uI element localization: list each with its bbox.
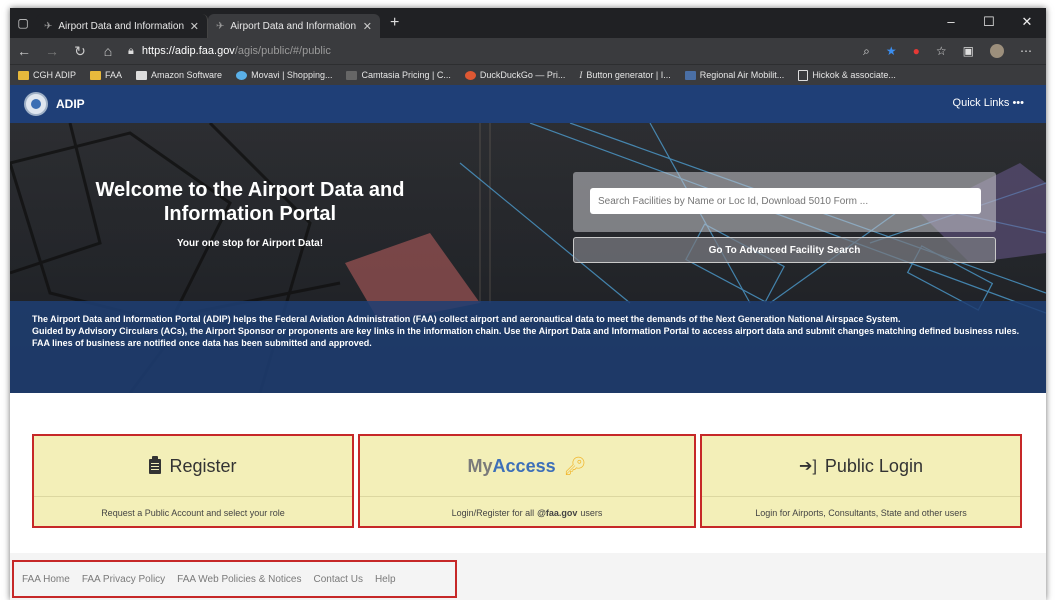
info-band: The Airport Data and Information Portal … xyxy=(10,301,1046,393)
bookmark-faa[interactable]: FAA xyxy=(90,70,122,80)
myaccess-card[interactable]: MyAccess 🔑︎ Login/Register for all @faa.… xyxy=(358,434,696,528)
lock-icon: 🔒︎ xyxy=(128,44,134,57)
bookmark-hickok[interactable]: Hickok & associate... xyxy=(798,69,896,81)
hero-subtitle: Your one stop for Airport Data! xyxy=(176,238,324,249)
folder-icon xyxy=(18,70,29,80)
duckduckgo-icon xyxy=(464,70,476,80)
close-window-icon[interactable]: ✕ xyxy=(1008,8,1046,38)
myaccess-title: MyAccess xyxy=(467,455,556,476)
bookmark-movavi[interactable]: Movavi | Shopping... xyxy=(236,70,332,80)
hero-section: Welcome to the Airport Data and Informat… xyxy=(10,123,1046,393)
italic-icon: I xyxy=(579,70,583,80)
url-domain: https://adip.faa.gov xyxy=(141,45,235,57)
profile-avatar[interactable] xyxy=(990,43,1004,58)
collections-icon[interactable]: ▣ xyxy=(963,44,974,59)
zoom-icon[interactable]: ⌕ xyxy=(863,44,870,59)
url-field[interactable]: 🔒︎ https://adip.faa.gov/agis/public/#/pu… xyxy=(122,40,863,62)
register-card-desc: Request a Public Account and select your… xyxy=(101,508,285,518)
faa-favicon-icon: ✈ xyxy=(216,20,225,32)
hero-title: Welcome to the Airport Data and Informat… xyxy=(95,179,405,225)
myaccess-card-header[interactable]: MyAccess 🔑︎ xyxy=(360,436,694,497)
movavi-icon xyxy=(236,70,248,80)
url-path: /agis/public/#/public xyxy=(234,45,331,57)
quick-links-menu[interactable]: Quick Links ••• xyxy=(953,97,1024,109)
window-controls: – ☐ ✕ xyxy=(932,8,1046,38)
footer-link-contact-us[interactable]: Contact Us xyxy=(313,574,362,585)
bookmark-cgh-adip[interactable]: CGH ADIP xyxy=(18,70,76,80)
forward-icon[interactable]: → xyxy=(38,43,66,59)
favorites-list-icon[interactable]: ☆ xyxy=(936,44,947,59)
faa-logo-icon[interactable] xyxy=(24,92,48,116)
advanced-facility-search-button[interactable]: Go To Advanced Facility Search xyxy=(573,237,996,263)
public-login-card-header[interactable]: ➔] Public Login xyxy=(702,436,1020,497)
folder-icon xyxy=(90,70,102,80)
myaccess-card-desc: Login/Register for all @faa.gov users xyxy=(451,508,603,518)
more-menu-icon[interactable]: ⋯ xyxy=(1020,44,1032,59)
register-card[interactable]: Register Request a Public Account and se… xyxy=(32,434,354,528)
public-login-title: Public Login xyxy=(824,455,923,476)
minimize-icon[interactable]: – xyxy=(932,8,970,38)
tab-1-title: Airport Data and Information Po xyxy=(58,20,184,32)
maximize-icon[interactable]: ☐ xyxy=(970,8,1008,38)
toolbar-icons: ⌕ ★ ● ☆ ▣ ⋯ xyxy=(863,43,1046,59)
key-icon: 🔑︎ xyxy=(563,455,587,476)
bookmark-regional-air-mobility[interactable]: Regional Air Mobilit... xyxy=(684,70,784,80)
info-paragraph-1: The Airport Data and Information Portal … xyxy=(32,314,901,324)
extension-icon[interactable]: ● xyxy=(913,44,920,59)
public-login-card-desc: Login for Airports, Consultants, State a… xyxy=(755,508,967,518)
register-title: Register xyxy=(169,455,237,476)
tab-actions-icon[interactable]: ▢ xyxy=(10,16,36,30)
bookmark-duckduckgo[interactable]: DuckDuckGo — Pri... xyxy=(464,70,565,80)
register-card-header[interactable]: Register xyxy=(34,436,352,497)
close-tab-icon[interactable]: ✕ xyxy=(363,20,372,33)
footer-area: FAA Home FAA Privacy Policy FAA Web Poli… xyxy=(10,553,1046,600)
footer-link-faa-home[interactable]: FAA Home xyxy=(22,574,70,585)
footer-link-privacy-policy[interactable]: FAA Privacy Policy xyxy=(82,574,165,585)
tab-1[interactable]: ✈ Airport Data and Information Po ✕ xyxy=(36,14,208,38)
bookmark-camtasia[interactable]: Camtasia Pricing | C... xyxy=(346,70,451,80)
page-icon xyxy=(798,69,809,81)
amazon-icon xyxy=(136,70,148,80)
home-icon[interactable]: ⌂ xyxy=(94,43,122,59)
site-header: ADIP Quick Links ••• xyxy=(10,85,1046,123)
search-panel xyxy=(573,172,996,232)
browser-window: ▢ ✈ Airport Data and Information Po ✕ ✈ … xyxy=(10,8,1046,600)
close-tab-icon[interactable]: ✕ xyxy=(190,20,199,33)
bookmark-button-generator[interactable]: I Button generator | I... xyxy=(579,70,670,80)
faa-favicon-icon: ✈ xyxy=(44,20,53,32)
public-login-card[interactable]: ➔] Public Login Login for Airports, Cons… xyxy=(700,434,1022,528)
tab-2-title: Airport Data and Information Po xyxy=(230,20,357,32)
brand-name[interactable]: ADIP xyxy=(56,97,85,111)
action-cards: Register Request a Public Account and se… xyxy=(10,420,1046,540)
new-tab-button[interactable]: + xyxy=(380,14,409,32)
refresh-icon[interactable]: ↻ xyxy=(66,43,94,60)
facility-search-input[interactable] xyxy=(590,188,981,214)
footer-link-help[interactable]: Help xyxy=(375,574,396,585)
bookmarks-bar: CGH ADIP FAA Amazon Software Movavi | Sh… xyxy=(10,64,1046,85)
favorite-star-icon[interactable]: ★ xyxy=(886,44,897,59)
camtasia-icon xyxy=(346,70,358,80)
sign-in-icon: ➔] xyxy=(799,458,817,475)
address-bar: ← → ↻ ⌂ 🔒︎ https://adip.faa.gov/agis/pub… xyxy=(10,38,1046,64)
footer-link-web-policies[interactable]: FAA Web Policies & Notices xyxy=(177,574,301,585)
bookmark-amazon-software[interactable]: Amazon Software xyxy=(136,70,222,80)
info-paragraph-2: Guided by Advisory Circulars (ACs), the … xyxy=(32,326,1020,348)
tab-bar: ▢ ✈ Airport Data and Information Po ✕ ✈ … xyxy=(10,8,1046,38)
footer-links: FAA Home FAA Privacy Policy FAA Web Poli… xyxy=(12,560,457,598)
tab-2[interactable]: ✈ Airport Data and Information Po ✕ xyxy=(208,14,380,38)
plane-icon xyxy=(684,70,696,80)
back-icon[interactable]: ← xyxy=(10,43,38,59)
clipboard-icon xyxy=(149,455,162,474)
